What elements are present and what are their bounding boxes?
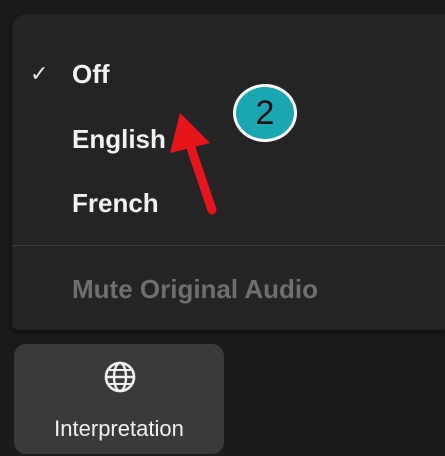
menu-item-label: English — [72, 123, 166, 154]
menu-item-label: French — [72, 187, 159, 218]
meeting-window: ✓ Off English French Mute Original Audio… — [0, 0, 445, 456]
red-arrow-annotation — [170, 113, 217, 215]
menu-item-label: Off — [72, 58, 110, 89]
interpretation-button-label: Interpretation — [54, 416, 184, 441]
menu-divider — [12, 245, 445, 246]
globe-icon — [104, 361, 136, 393]
step-number-badge: 2 — [233, 84, 297, 142]
step-number: 2 — [255, 93, 275, 132]
menu-item-mute-original-audio: Mute Original Audio — [12, 261, 445, 317]
interpretation-button[interactable]: Interpretation — [14, 344, 224, 454]
menu-item-off[interactable]: ✓ Off — [12, 46, 445, 102]
menu-item-label: Mute Original Audio — [72, 273, 319, 304]
checkmark-icon: ✓ — [30, 61, 49, 86]
